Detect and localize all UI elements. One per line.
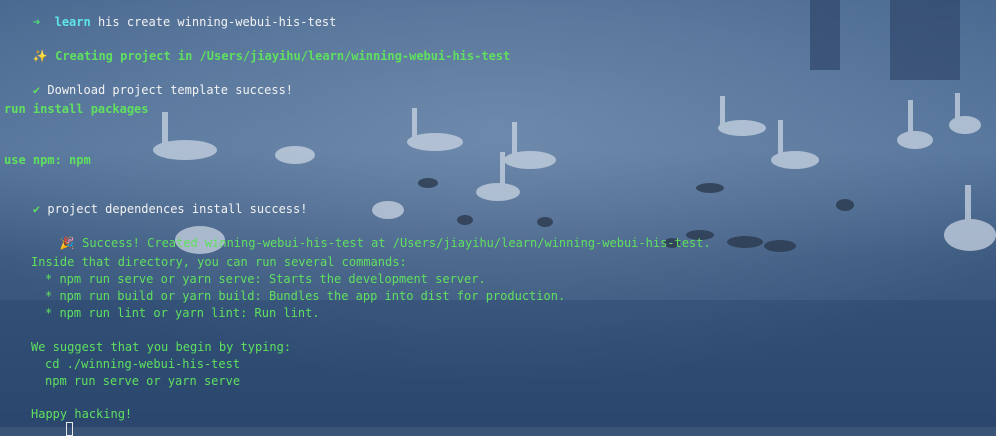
check-icon: ✔	[32, 83, 41, 97]
serve-command-hint: * npm run serve or yarn serve: Starts th…	[45, 272, 486, 286]
command-text: his create winning-webui-his-test	[97, 15, 337, 29]
use-npm-line: use npm: npm	[4, 153, 91, 167]
run-install-line: run install packages	[4, 102, 149, 116]
lint-command-hint: * npm run lint or yarn lint: Run lint.	[45, 306, 320, 320]
build-command-hint: * npm run build or yarn build: Bundles t…	[45, 289, 566, 303]
creating-text: Creating project in /Users/jiayihu/learn…	[55, 49, 511, 63]
deps-text: project dependences install success!	[47, 202, 308, 216]
cd-command: cd ./winning-webui-his-test	[45, 357, 241, 371]
happy-hacking-text: Happy hacking!	[31, 407, 133, 421]
prompt-arrow-icon: ➜	[32, 15, 41, 29]
download-text: Download project template success!	[47, 83, 294, 97]
sparkles-icon: ✨	[32, 49, 48, 63]
terminal-output: ➜ learn his create winning-webui-his-tes…	[0, 0, 996, 436]
serve-command: npm run serve or yarn serve	[45, 374, 241, 388]
success-text: Success! Created winning-webui-his-test …	[82, 236, 711, 250]
suggest-text: We suggest that you begin by typing:	[31, 340, 292, 354]
party-popper-icon: 🎉	[59, 236, 75, 250]
terminal-cursor[interactable]	[66, 422, 73, 436]
inside-directory-text: Inside that directory, you can run sever…	[31, 255, 407, 269]
prompt-directory: learn	[54, 15, 91, 29]
check-icon: ✔	[32, 202, 41, 216]
